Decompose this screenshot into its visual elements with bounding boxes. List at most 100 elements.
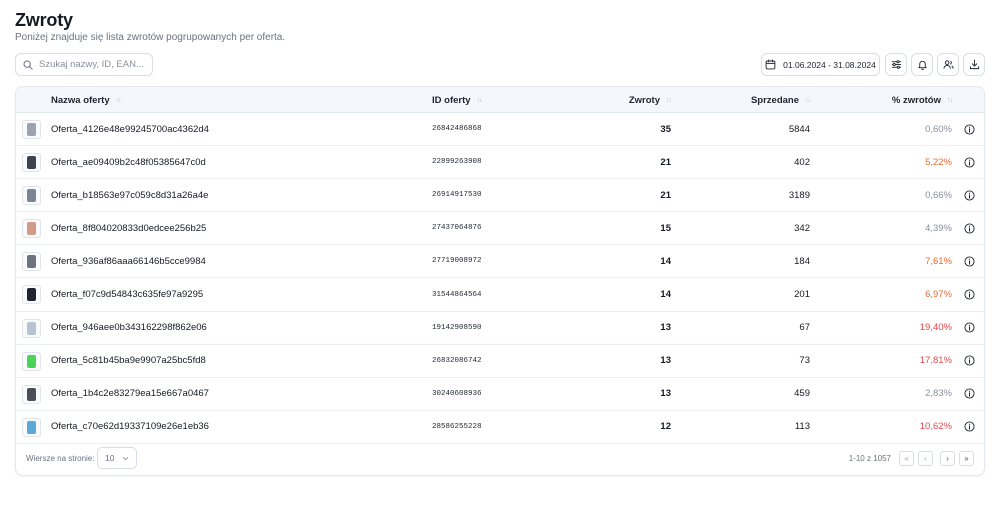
column-header-name[interactable]: Nazwa oferty ↑↓	[51, 87, 122, 113]
search-box[interactable]	[15, 53, 153, 76]
offer-name[interactable]: Oferta_5c81b45ba9e9907a25bc5fd8	[51, 345, 206, 377]
table-row[interactable]: Oferta_c70e62d19337109e26e1eb36 285862552…	[16, 411, 984, 444]
product-image	[27, 222, 36, 236]
product-thumbnail	[22, 120, 41, 139]
table-row[interactable]: Oferta_8f804020833d0edcee256b25 274370648…	[16, 212, 984, 246]
first-page-button[interactable]: «	[899, 451, 914, 466]
table-row[interactable]: Oferta_936af86aaa66146b5cce9984 277190089…	[16, 245, 984, 279]
calendar-icon	[765, 59, 776, 70]
info-button[interactable]	[964, 411, 975, 443]
column-header-id[interactable]: ID oferty ↑↓	[432, 87, 483, 113]
returns-count: 21	[660, 189, 671, 201]
product-thumbnail	[22, 252, 41, 272]
offer-id: 31544864564	[432, 290, 482, 299]
column-header-sold[interactable]: Sprzedane ↑↓	[751, 87, 811, 113]
search-input[interactable]	[39, 59, 149, 70]
product-thumbnail	[22, 318, 41, 338]
info-icon	[964, 355, 975, 366]
sold-count: 402	[794, 156, 810, 168]
date-range-label: 01.06.2024 - 31.08.2024	[783, 59, 876, 70]
product-thumbnail	[22, 153, 41, 173]
column-header-rate[interactable]: % zwrotów ↑↓	[892, 87, 953, 113]
product-image	[27, 255, 36, 269]
offer-name[interactable]: Oferta_c70e62d19337109e26e1eb36	[51, 411, 209, 443]
product-thumbnail	[22, 417, 41, 437]
product-image	[27, 321, 36, 335]
column-label-returns: Zwroty	[628, 94, 660, 106]
table-row[interactable]: Oferta_1b4c2e83279ea15e667a0467 302406089…	[16, 378, 984, 411]
table-row[interactable]: Oferta_f07c9d54843c635fe97a9295 315448645…	[16, 278, 984, 312]
table-row[interactable]: Oferta_946aee0b343162298f862e06 191429085…	[16, 312, 984, 345]
offer-name[interactable]: Oferta_4126e48e99245700ac4362d4	[51, 113, 209, 145]
product-image	[27, 156, 36, 170]
product-image	[27, 387, 36, 401]
returns-count: 14	[660, 289, 671, 301]
info-icon	[964, 256, 975, 267]
return-rate: 19,40%	[919, 322, 952, 334]
info-icon	[964, 388, 975, 399]
return-rate: 17,81%	[919, 355, 952, 367]
product-thumbnail	[22, 219, 41, 239]
pagination-range: 1-10 z 1057	[848, 454, 891, 463]
info-icon	[964, 223, 975, 234]
rows-per-page-select[interactable]: 10	[97, 447, 137, 469]
download-icon	[969, 59, 979, 70]
filter-button[interactable]	[885, 53, 907, 76]
return-rate: 5,22%	[925, 156, 952, 168]
last-page-button[interactable]: »	[959, 451, 974, 466]
table-header: Nazwa oferty ↑↓ ID oferty ↑↓ Zwroty ↑↓ Sprz…	[16, 87, 984, 113]
return-rate: 2,83%	[925, 388, 952, 400]
info-button[interactable]	[964, 378, 975, 410]
sort-icon: ↑↓	[947, 96, 953, 104]
offer-name[interactable]: Oferta_f07c9d54843c635fe97a9295	[51, 278, 203, 310]
sold-count: 73	[799, 355, 810, 367]
info-button[interactable]	[964, 345, 975, 377]
info-button[interactable]	[964, 146, 975, 178]
return-rate: 6,97%	[925, 289, 952, 301]
return-rate: 4,39%	[925, 222, 952, 234]
date-range-button[interactable]: 01.06.2024 - 31.08.2024	[761, 53, 880, 76]
column-label-name: Nazwa oferty	[51, 94, 110, 106]
table-row[interactable]: Oferta_b18563e97c059c8d31a26a4e 269149175…	[16, 179, 984, 213]
column-header-returns[interactable]: Zwroty ↑↓	[628, 87, 672, 113]
rows-per-page-value: 10	[105, 453, 115, 463]
download-button[interactable]	[963, 53, 985, 76]
return-rate: 7,61%	[925, 255, 952, 267]
info-button[interactable]	[964, 278, 975, 310]
returns-count: 15	[660, 222, 671, 234]
prev-page-button[interactable]: ‹	[918, 451, 933, 466]
offer-id: 19142908590	[432, 323, 482, 332]
returns-count: 12	[660, 421, 671, 433]
info-button[interactable]	[964, 179, 975, 211]
info-button[interactable]	[964, 212, 975, 244]
table-row[interactable]: Oferta_5c81b45ba9e9907a25bc5fd8 268320867…	[16, 345, 984, 378]
returns-count: 21	[660, 156, 671, 168]
returns-count: 13	[660, 388, 671, 400]
sold-count: 5844	[788, 123, 810, 135]
next-page-button[interactable]: ›	[940, 451, 955, 466]
users-button[interactable]	[937, 53, 959, 76]
sort-icon: ↑↓	[805, 96, 811, 104]
offer-name[interactable]: Oferta_1b4c2e83279ea15e667a0467	[51, 378, 209, 410]
table-row[interactable]: Oferta_4126e48e99245700ac4362d4 268424868…	[16, 113, 984, 147]
notifications-button[interactable]	[911, 53, 933, 76]
offer-name[interactable]: Oferta_b18563e97c059c8d31a26a4e	[51, 179, 208, 211]
offer-name[interactable]: Oferta_936af86aaa66146b5cce9984	[51, 245, 206, 277]
info-button[interactable]	[964, 245, 975, 277]
product-thumbnail	[22, 285, 41, 305]
offer-name[interactable]: Oferta_946aee0b343162298f862e06	[51, 312, 207, 344]
info-button[interactable]	[964, 113, 975, 145]
offer-id: 22899263908	[432, 158, 482, 167]
sort-icon: ↑↓	[115, 96, 122, 104]
product-image	[27, 420, 36, 434]
return-rate: 0,60%	[925, 123, 952, 135]
offer-name[interactable]: Oferta_ae09409b2c48f05385647c0d	[51, 146, 206, 178]
sort-icon: ↑↓	[476, 96, 483, 104]
offer-name[interactable]: Oferta_8f804020833d0edcee256b25	[51, 212, 206, 244]
table-row[interactable]: Oferta_ae09409b2c48f05385647c0d 228992639…	[16, 146, 984, 180]
info-button[interactable]	[964, 312, 975, 344]
sold-count: 184	[794, 255, 810, 267]
returns-count: 14	[660, 255, 671, 267]
sold-count: 113	[794, 421, 810, 433]
product-image	[27, 123, 36, 136]
